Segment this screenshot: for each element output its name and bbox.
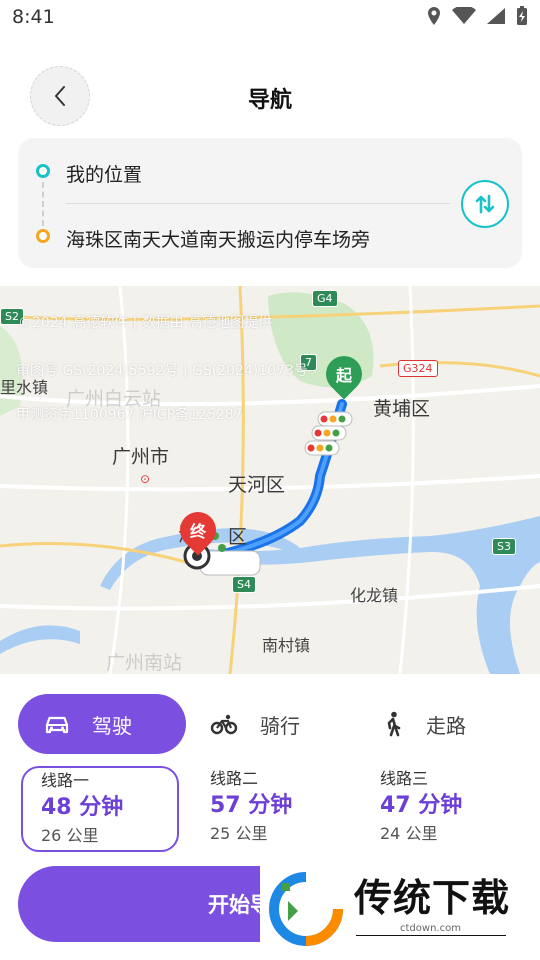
city-center-icon: ⊙ bbox=[140, 472, 151, 486]
car-icon bbox=[44, 713, 70, 735]
mode-tab-bike[interactable]: 骑行 bbox=[210, 694, 360, 754]
map-label-guangzhou: 广州市 bbox=[112, 446, 170, 468]
map-label-south-station: 广州南站 bbox=[106, 652, 183, 674]
route-time: 47 分钟 bbox=[380, 793, 463, 818]
map-attribution-1: ©2024 高德软件 | 数据由 高德地图提供 bbox=[18, 315, 273, 331]
route-option-1[interactable]: 线路一 48 分钟 26 公里 bbox=[21, 766, 179, 852]
status-time: 8:41 bbox=[12, 6, 55, 28]
map-label-tianhe: 天河区 bbox=[228, 474, 286, 496]
status-icons bbox=[426, 6, 528, 26]
route-time: 57 分钟 bbox=[210, 793, 293, 818]
route-time: 48 分钟 bbox=[41, 795, 124, 820]
start-marker[interactable]: 起 bbox=[318, 348, 370, 400]
promo-url: ctdown.com bbox=[400, 923, 461, 934]
mode-tab-bike-label: 骑行 bbox=[260, 713, 300, 738]
promo-divider bbox=[356, 935, 506, 936]
end-location-field[interactable]: 海珠区南天大道南天搬运内停车场旁 bbox=[66, 225, 370, 252]
route-distance: 24 公里 bbox=[380, 824, 438, 843]
start-location-field[interactable]: 我的位置 bbox=[66, 160, 142, 187]
promo-title: 传统下载 bbox=[354, 876, 511, 920]
promo-watermark: 传统下载 ctdown.com bbox=[260, 865, 540, 960]
end-dot-icon bbox=[36, 229, 50, 243]
route-option-3[interactable]: 线路三 47 分钟 24 公里 bbox=[362, 766, 520, 852]
battery-icon bbox=[517, 6, 527, 25]
page-title: 导航 bbox=[247, 88, 292, 113]
map-label-huangpu: 黄埔区 bbox=[373, 398, 431, 420]
map-label-nancun: 南村镇 bbox=[262, 636, 311, 655]
route-input-card: 我的位置 海珠区南天大道南天搬运内停车场旁 bbox=[18, 138, 522, 268]
mode-tab-walk[interactable]: 走路 bbox=[382, 694, 522, 754]
walk-icon bbox=[382, 711, 404, 737]
location-icon bbox=[428, 7, 440, 25]
start-dot-icon bbox=[36, 164, 50, 178]
map-label-haizhu-end: 区 bbox=[228, 526, 248, 548]
swap-button[interactable] bbox=[461, 180, 509, 228]
mode-tab-walk-label: 走路 bbox=[426, 713, 466, 738]
map-view[interactable]: G4 G324 S3 S4 S2 7 黄埔区 广州市 天河区 海 区 化龙镇 南… bbox=[0, 286, 540, 674]
road-sign-g4: G4 bbox=[312, 290, 338, 307]
map-label-hualong: 化龙镇 bbox=[350, 586, 399, 605]
map-attribution-3: 甲测资字1100967 沪ICP备125287 bbox=[16, 407, 243, 423]
route-name: 线路三 bbox=[380, 769, 429, 788]
route-distance: 25 公里 bbox=[210, 824, 268, 843]
swap-icon bbox=[475, 194, 495, 214]
start-marker-label: 起 bbox=[335, 366, 352, 385]
wifi-icon bbox=[452, 7, 476, 24]
divider bbox=[66, 203, 450, 204]
bike-icon bbox=[210, 713, 238, 735]
route-option-2[interactable]: 线路二 57 分钟 25 公里 bbox=[192, 766, 350, 852]
road-sign-s4: S4 bbox=[232, 576, 256, 593]
road-sign-s3: S3 bbox=[492, 538, 516, 555]
end-marker[interactable]: 终 bbox=[172, 504, 224, 556]
map-attribution-2: 审图号 GS(2024)5592号 | GS(2024)1073号 bbox=[16, 363, 308, 379]
signal-icon bbox=[487, 8, 505, 24]
route-name: 线路一 bbox=[41, 771, 90, 790]
route-distance: 26 公里 bbox=[41, 826, 99, 845]
route-connector bbox=[42, 182, 44, 226]
promo-logo-icon bbox=[269, 872, 343, 946]
route-name: 线路二 bbox=[210, 769, 259, 788]
end-marker-label: 终 bbox=[189, 522, 206, 541]
mode-tab-drive-label: 驾驶 bbox=[92, 713, 132, 738]
status-bar: 8:41 bbox=[0, 0, 540, 36]
road-sign-g324: G324 bbox=[398, 360, 438, 377]
mode-tab-drive[interactable]: 驾驶 bbox=[18, 694, 186, 754]
